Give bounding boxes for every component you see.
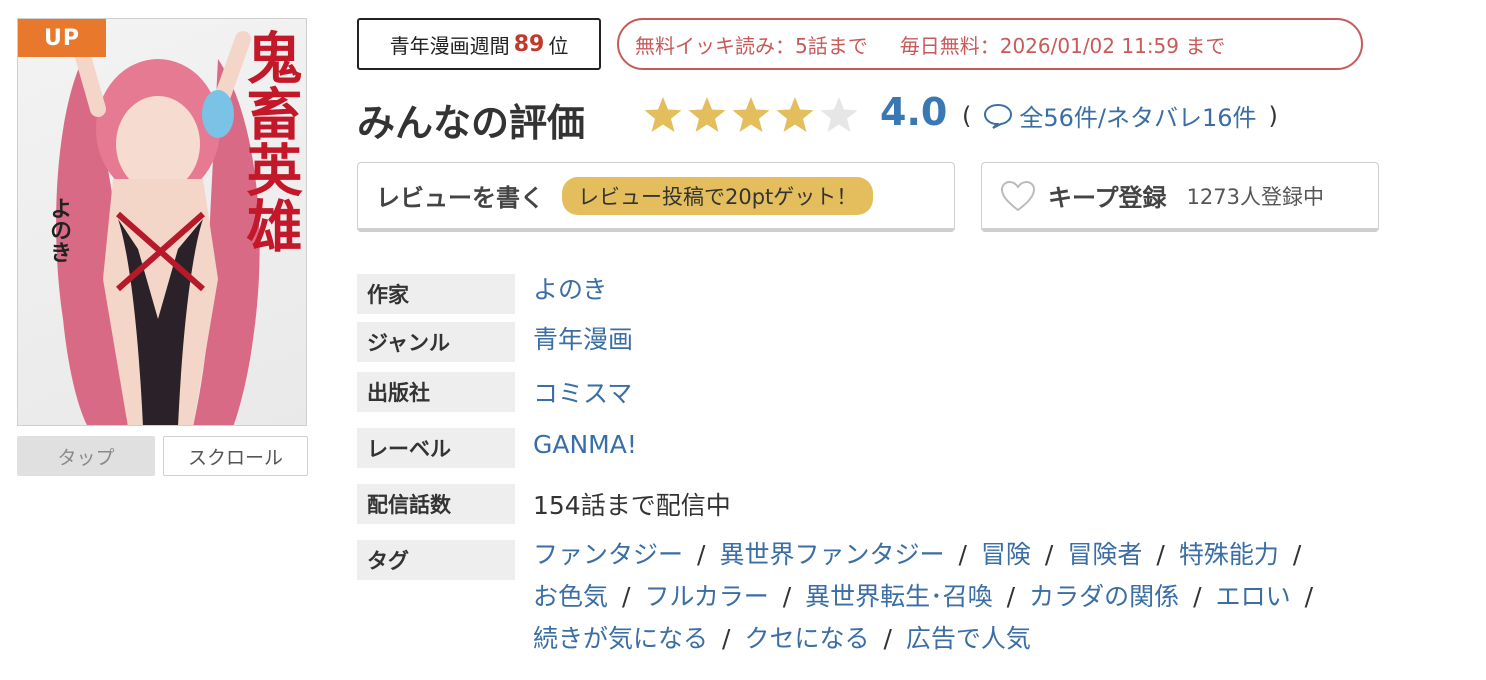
tag-separator: / [697,540,706,569]
star-filled-icon [644,97,682,132]
author-link[interactable]: よのき [533,270,607,306]
tag-separator: / [883,624,892,653]
star-rating [643,95,863,135]
write-review-button[interactable]: レビューを書く レビュー投稿で20ptゲット！ [357,162,955,232]
rating-value: 4.0 [880,90,948,134]
free-reading-badge: 無料イッキ読み：5話まで 毎日無料：2026/01/02 11:59 まで [617,18,1363,70]
rating-title: みんなの評価 [357,101,586,145]
keep-count: 1273人登録中 [1186,184,1325,209]
tag-link[interactable]: お色気 [533,582,608,611]
comic-cover[interactable]: UP 鬼畜英雄 よのき [17,18,307,426]
tag-separator: / [1193,582,1202,611]
tag-link[interactable]: ファンタジー [533,540,683,569]
label-label: レーベル [357,428,515,468]
tag-link[interactable]: 異世界ファンタジー [719,540,944,569]
star-filled-icon [776,97,814,132]
tag-link[interactable]: 続きが気になる [533,624,708,653]
tags-label: タグ [357,540,515,580]
cover-title-text: 鬼畜英雄 [237,29,303,253]
rank-label: 青年漫画週間 [389,33,510,58]
tag-separator: / [1292,540,1302,569]
tag-link[interactable]: 冒険 [981,540,1031,569]
close-paren: ) [1268,101,1278,130]
open-paren: ( [962,101,972,130]
tag-link[interactable]: カラダの関係 [1029,582,1179,611]
tag-separator: / [958,540,967,569]
publisher-link[interactable]: コミスマ [533,374,632,410]
weekly-rank-badge[interactable]: 青年漫画週間 89 位 [357,18,601,70]
genre-label: ジャンル [357,322,515,362]
episodes-value: 154話まで配信中 [533,491,731,520]
tag-separator: / [1156,540,1165,569]
review-bonus-badge: レビュー投稿で20ptゲット！ [562,176,874,215]
up-badge: UP [18,19,106,57]
scroll-view-button[interactable]: スクロール [163,436,308,476]
tag-separator: / [1304,582,1314,611]
tag-link[interactable]: 特殊能力 [1179,540,1279,569]
heart-icon [1000,180,1036,211]
tag-link[interactable]: 冒険者 [1067,540,1142,569]
review-count-link[interactable]: 全56件/ネタバレ16件 [1019,98,1256,133]
tag-separator: / [1044,540,1054,569]
publisher-label: 出版社 [357,372,515,412]
tag-separator: / [1006,582,1016,611]
keep-button[interactable]: キープ登録 1273人登録中 [981,162,1379,232]
rank-number: 89 [513,31,545,57]
tap-view-button[interactable]: タップ [17,436,155,476]
tag-separator: / [622,582,631,611]
rank-suffix: 位 [548,33,569,58]
tag-link[interactable]: フルカラー [644,582,768,611]
label-link[interactable]: GANMA! [533,430,637,459]
star-empty-icon [820,97,858,132]
tag-separator: / [782,582,792,611]
author-label: 作家 [357,274,515,314]
star-filled-icon [732,97,770,132]
tag-link[interactable]: 異世界転生･召喚 [805,582,993,611]
star-filled-icon [688,97,726,132]
tag-link[interactable]: エロい [1216,582,1291,611]
tag-link[interactable]: 広告で人気 [906,624,1031,653]
episodes-label: 配信話数 [357,484,515,524]
tag-list: ファンタジー / 異世界ファンタジー / 冒険 / 冒険者 / 特殊能力 / お色気 / フルカラー / 異… [533,534,1433,660]
speech-bubble-icon [984,103,1013,129]
cover-author-text: よのき [46,197,71,263]
review-count[interactable]: ( 全56件/ネタバレ16件 ) [962,98,1278,133]
free-ikki-text: 無料イッキ読み：5話まで [635,33,868,58]
tag-separator: / [722,624,731,653]
tag-link[interactable]: クセになる [744,624,869,653]
write-review-label: レビューを書く [376,184,544,212]
keep-label: キープ登録 [1048,184,1167,212]
genre-link[interactable]: 青年漫画 [533,320,633,356]
free-daily-text: 毎日無料：2026/01/02 11:59 まで [899,33,1226,58]
